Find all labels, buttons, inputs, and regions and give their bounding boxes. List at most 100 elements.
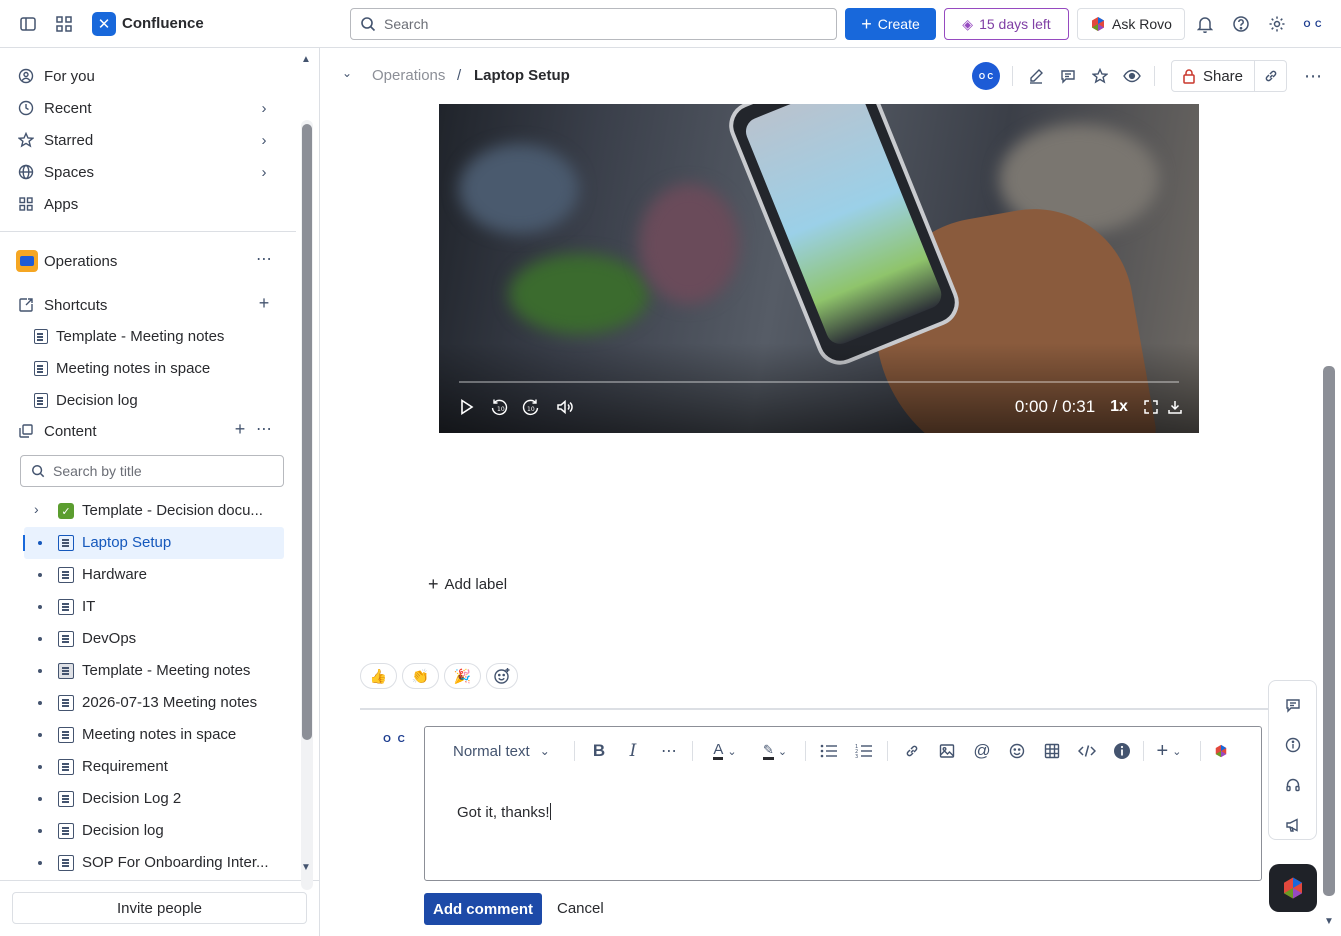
italic-icon[interactable]: I (621, 739, 645, 763)
search-by-title-input[interactable]: Search by title (20, 455, 284, 487)
insert-more-icon[interactable]: + ⌄ (1151, 739, 1187, 763)
shortcut-item[interactable]: Decision log (8, 385, 284, 417)
tree-item[interactable]: Decision log (24, 815, 284, 847)
tree-item[interactable]: › ✓ Template - Decision docu... (24, 495, 284, 527)
copy-link-icon[interactable] (1255, 60, 1287, 92)
details-info-icon[interactable] (1281, 733, 1305, 757)
star-icon[interactable] (1088, 64, 1112, 88)
tree-item[interactable]: Meeting notes in space (24, 719, 284, 751)
sidebar-item-recent[interactable]: Recent › (8, 92, 280, 124)
fullscreen-icon[interactable] (1139, 395, 1163, 419)
add-reaction-icon[interactable] (486, 663, 518, 689)
chevron-right-icon[interactable]: › (256, 100, 272, 117)
app-switcher-icon[interactable] (52, 12, 76, 36)
chevron-right-icon[interactable]: › (34, 501, 39, 517)
scroll-up-arrow-icon[interactable]: ▲ (301, 54, 311, 65)
more-options-icon[interactable]: ⋯ (256, 251, 272, 268)
profile-avatar[interactable]: O C (1301, 12, 1325, 36)
info-panel-icon[interactable] (1110, 739, 1134, 763)
breadcrumb-current[interactable]: Laptop Setup (474, 67, 570, 84)
scroll-down-arrow-icon[interactable]: ▼ (301, 862, 311, 873)
sidebar-scrollbar-thumb[interactable] (302, 124, 312, 740)
add-shortcut-icon[interactable]: + (256, 293, 272, 313)
highlight-icon[interactable]: ✎ ⌄ (757, 739, 793, 763)
chevron-right-icon[interactable]: › (256, 132, 272, 149)
code-icon[interactable] (1075, 739, 1099, 763)
comment-icon[interactable] (1056, 64, 1080, 88)
reaction-party[interactable]: 🎉 (444, 663, 481, 689)
bold-icon[interactable]: B (587, 739, 611, 763)
reaction-clap[interactable]: 👏 (402, 663, 439, 689)
tree-item[interactable]: SOP For Onboarding Inter... (24, 847, 284, 879)
cancel-button[interactable]: Cancel (557, 900, 604, 917)
tree-item[interactable]: Requirement (24, 751, 284, 783)
shortcuts-header[interactable]: Shortcuts + (8, 289, 280, 321)
playback-speed-button[interactable]: 1x (1107, 395, 1131, 419)
play-icon[interactable] (455, 395, 479, 419)
notifications-icon[interactable] (1193, 12, 1217, 36)
video-player[interactable]: 10 10 0:00 / 0:31 1x (439, 104, 1199, 433)
add-label-button[interactable]: + Add label (428, 575, 507, 593)
forward-10-icon[interactable]: 10 (519, 395, 543, 419)
comment-editor[interactable]: Normal text ⌄ B I ⋯ A ⌄ ✎ ⌄ 123 @ + ⌄ Go… (424, 726, 1262, 881)
main-scrollbar-thumb[interactable] (1323, 366, 1335, 896)
text-color-icon[interactable]: A ⌄ (707, 739, 743, 763)
tree-item-selected[interactable]: Laptop Setup (23, 527, 284, 559)
text-style-dropdown[interactable]: Normal text ⌄ (445, 739, 565, 763)
reaction-thumbs-up[interactable]: 👍 (360, 663, 397, 689)
mention-icon[interactable]: @ (970, 739, 994, 763)
confluence-logo-icon[interactable]: ✕ (92, 12, 116, 36)
sidebar-item-starred[interactable]: Starred › (8, 124, 280, 156)
invite-people-button[interactable]: Invite people (12, 892, 307, 924)
sidebar-item-spaces[interactable]: Spaces › (8, 156, 280, 188)
space-header[interactable]: Operations ⋯ (8, 245, 280, 277)
announcement-megaphone-icon[interactable] (1281, 813, 1305, 837)
sidebar-scrollbar[interactable] (301, 120, 313, 890)
numbered-list-icon[interactable]: 123 (852, 739, 876, 763)
edit-pencil-icon[interactable] (1024, 64, 1048, 88)
watch-eye-icon[interactable] (1120, 64, 1144, 88)
trial-button[interactable]: ◈ 15 days left (944, 8, 1069, 40)
comment-text-area[interactable]: Got it, thanks! (457, 803, 551, 821)
content-header[interactable]: Content + ⋯ (8, 415, 280, 447)
ask-rovo-button[interactable]: Ask Rovo (1077, 8, 1185, 40)
scroll-down-arrow-icon[interactable]: ▼ (1324, 916, 1334, 927)
chevron-right-icon[interactable]: › (256, 164, 272, 181)
rewind-10-icon[interactable]: 10 (487, 395, 511, 419)
sidebar-toggle-icon[interactable] (16, 12, 40, 36)
table-icon[interactable] (1040, 739, 1064, 763)
comments-panel-icon[interactable] (1281, 693, 1305, 717)
help-icon[interactable] (1229, 12, 1253, 36)
download-icon[interactable] (1163, 395, 1187, 419)
tree-item[interactable]: DevOps (24, 623, 284, 655)
tree-item[interactable]: Hardware (24, 559, 284, 591)
more-formatting-icon[interactable]: ⋯ (657, 739, 681, 763)
settings-gear-icon[interactable] (1265, 12, 1289, 36)
headset-icon[interactable] (1281, 773, 1305, 797)
more-actions-icon[interactable]: ⋯ (1301, 64, 1325, 88)
rovo-ai-icon[interactable] (1209, 739, 1233, 763)
rovo-chat-button[interactable] (1269, 864, 1317, 912)
sidebar-item-apps[interactable]: Apps (8, 188, 280, 220)
bullet-list-icon[interactable] (817, 739, 841, 763)
tree-item[interactable]: IT (24, 591, 284, 623)
app-name[interactable]: Confluence (122, 15, 204, 32)
add-content-icon[interactable]: + (232, 419, 248, 439)
share-button[interactable]: Share (1171, 60, 1255, 92)
shortcut-item[interactable]: Template - Meeting notes (8, 321, 284, 353)
breadcrumb-parent[interactable]: Operations (372, 67, 445, 84)
page-avatar[interactable]: O C (972, 62, 1000, 90)
create-button[interactable]: + Create (845, 8, 936, 40)
tree-item[interactable]: 2026-07-13 Meeting notes (24, 687, 284, 719)
search-input[interactable]: Search (350, 8, 837, 40)
volume-icon[interactable] (553, 395, 577, 419)
more-options-icon[interactable]: ⋯ (256, 421, 272, 438)
sidebar-item-for-you[interactable]: For you (8, 60, 280, 92)
tree-item[interactable]: Decision Log 2 (24, 783, 284, 815)
tree-item[interactable]: Template - Meeting notes (24, 655, 284, 687)
emoji-icon[interactable] (1005, 739, 1029, 763)
shortcut-item[interactable]: Meeting notes in space (8, 353, 284, 385)
image-icon[interactable] (935, 739, 959, 763)
add-comment-button[interactable]: Add comment (424, 893, 542, 925)
link-icon[interactable] (900, 739, 924, 763)
